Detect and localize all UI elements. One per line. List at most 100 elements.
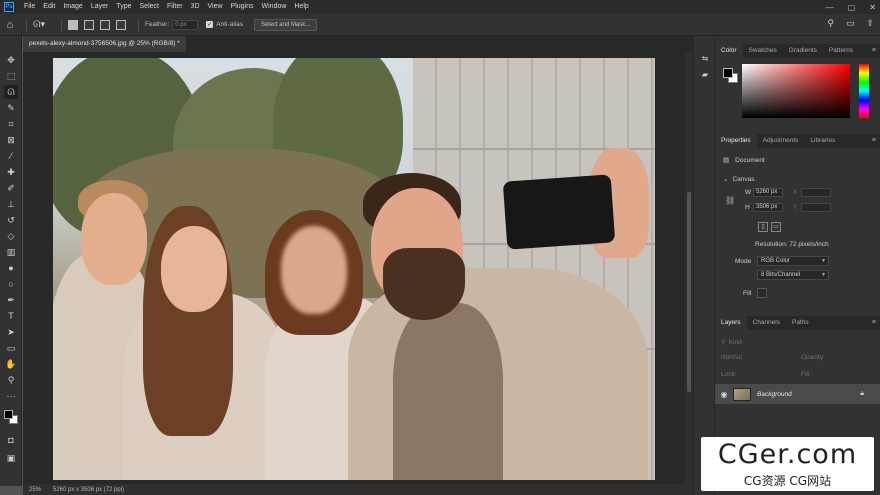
foreground-color-swatch[interactable] — [4, 410, 13, 419]
panel-menu-icon[interactable]: ≡ — [872, 319, 876, 326]
select-and-mask-button[interactable]: Select and Mask... — [253, 18, 318, 31]
add-selection-button[interactable] — [84, 19, 94, 30]
watermark-sub-text: CG资源 CG网站 — [743, 474, 832, 488]
share-icon[interactable]: ⇪ — [866, 18, 874, 29]
intersect-selection-button[interactable] — [116, 19, 126, 30]
document-info[interactable]: 5260 px x 3506 px (72 ppi) — [53, 487, 124, 493]
more-tools-icon[interactable]: ··· — [4, 389, 18, 403]
panel-menu-icon[interactable]: ≡ — [872, 47, 876, 54]
x-field[interactable] — [801, 188, 831, 197]
pen-tool-icon[interactable]: ✒ — [4, 293, 18, 307]
gradient-tool-icon[interactable]: ▥ — [4, 245, 18, 259]
screen-mode-icon[interactable]: ▣ — [4, 451, 18, 465]
home-icon[interactable]: ⌂ — [0, 14, 20, 36]
feather-input[interactable]: 0 px — [172, 19, 199, 30]
divider — [138, 17, 139, 32]
anti-alias-checkbox[interactable]: ✓ — [206, 21, 214, 28]
lasso-preset-icon[interactable]: ᘏ▾ — [33, 19, 45, 30]
new-selection-button[interactable] — [68, 19, 78, 30]
eraser-tool-icon[interactable]: ◇ — [4, 229, 18, 243]
menu-edit[interactable]: Edit — [39, 0, 59, 14]
y-field[interactable] — [801, 203, 831, 212]
path-selection-tool-icon[interactable]: ➤ — [4, 325, 18, 339]
document-image[interactable] — [53, 58, 655, 480]
blend-mode-dropdown[interactable]: Normal — [721, 354, 742, 361]
minimize-button[interactable]: — — [826, 3, 834, 12]
close-button[interactable]: ✕ — [869, 3, 876, 12]
bit-depth-dropdown[interactable]: 8 Bits/Channel — [757, 270, 829, 280]
marquee-tool-icon[interactable]: ⬚ — [4, 69, 18, 83]
tab-swatches[interactable]: Swatches — [743, 44, 783, 58]
canvas-label: Canvas — [732, 175, 755, 183]
subtract-selection-button[interactable] — [100, 19, 110, 30]
menu-plugins[interactable]: Plugins — [227, 0, 258, 14]
tab-properties[interactable]: Properties — [715, 134, 757, 148]
menu-view[interactable]: View — [204, 0, 227, 14]
shape-tool-icon[interactable]: ▭ — [4, 341, 18, 355]
document-icon: ▤ — [723, 157, 730, 164]
clone-stamp-tool-icon[interactable]: ⊥ — [4, 197, 18, 211]
scrollbar-thumb[interactable] — [687, 192, 691, 392]
type-tool-icon[interactable]: T — [4, 309, 18, 323]
workspace-icon[interactable]: ▭ — [846, 18, 855, 29]
menu-filter[interactable]: Filter — [163, 0, 187, 14]
menu-file[interactable]: File — [20, 0, 39, 14]
y-label: Y — [793, 204, 798, 211]
quick-selection-tool-icon[interactable]: ✎ — [4, 101, 18, 115]
document-tab[interactable]: pexels-alexy-almond-3756506.jpg @ 25% (R… — [23, 36, 186, 52]
menu-help[interactable]: Help — [290, 0, 312, 14]
tab-patterns[interactable]: Patterns — [823, 44, 859, 58]
move-tool-icon[interactable]: ✥ — [4, 53, 18, 67]
healing-brush-tool-icon[interactable]: ✚ — [4, 165, 18, 179]
search-icon[interactable]: ⚲ — [827, 18, 834, 29]
zoom-tool-icon[interactable]: ⚲ — [4, 373, 18, 387]
tab-gradients[interactable]: Gradients — [783, 44, 823, 58]
lasso-tool-icon[interactable]: ᘏ — [4, 85, 18, 99]
quick-mask-icon[interactable]: ◘ — [4, 433, 18, 447]
menu-layer[interactable]: Layer — [87, 0, 113, 14]
options-bar: ⌂ ᘏ▾ Feather: 0 px ✓ Anti-alias Select a… — [0, 14, 880, 36]
zoom-level[interactable]: 25% — [23, 487, 53, 493]
color-foreground-swatch[interactable] — [723, 68, 733, 78]
height-field[interactable]: 3506 px — [753, 203, 783, 212]
history-icon[interactable]: ⇋ — [699, 52, 711, 64]
tab-paths[interactable]: Paths — [786, 316, 815, 330]
comments-icon[interactable]: ▰ — [699, 68, 711, 80]
maximize-button[interactable]: ▢ — [848, 3, 856, 12]
frame-tool-icon[interactable]: ⊠ — [4, 133, 18, 147]
menu-3d[interactable]: 3D — [187, 0, 204, 14]
canvas-section-header[interactable]: ⌄ Canvas — [723, 175, 755, 184]
menu-image[interactable]: Image — [59, 0, 86, 14]
width-field[interactable]: 5260 px — [753, 188, 783, 197]
link-icon[interactable]: ⛓ — [725, 196, 735, 205]
mode-label: Mode — [735, 258, 752, 265]
tab-adjustments[interactable]: Adjustments — [757, 134, 805, 148]
mode-dropdown[interactable]: RGB Color — [757, 256, 829, 266]
landscape-orientation-icon[interactable]: ▭ — [771, 222, 781, 232]
tab-layers[interactable]: Layers — [715, 316, 747, 330]
brush-tool-icon[interactable]: ✐ — [4, 181, 18, 195]
tab-libraries[interactable]: Libraries — [804, 134, 841, 148]
eyedropper-tool-icon[interactable]: ⁄ — [4, 149, 18, 163]
portrait-orientation-icon[interactable]: ▯ — [758, 222, 768, 232]
width-label: W — [745, 189, 752, 196]
menu-select[interactable]: Select — [136, 0, 163, 14]
crop-tool-icon[interactable]: ⌗ — [4, 117, 18, 131]
color-picker-field[interactable] — [742, 64, 850, 118]
layer-row-background[interactable]: ◉ Background 🔒︎ — [715, 384, 880, 404]
hue-slider[interactable] — [859, 64, 869, 118]
menu-type[interactable]: Type — [112, 0, 135, 14]
tab-channels[interactable]: Channels — [747, 316, 786, 330]
divider — [61, 17, 62, 32]
vertical-scrollbar[interactable] — [685, 52, 693, 484]
menu-window[interactable]: Window — [258, 0, 291, 14]
blur-tool-icon[interactable]: ● — [4, 261, 18, 275]
layer-filter-search[interactable]: ⚲ Kind — [721, 338, 742, 347]
tab-color[interactable]: Color — [715, 44, 743, 58]
eye-icon[interactable]: ◉ — [715, 390, 733, 399]
panel-menu-icon[interactable]: ≡ — [872, 137, 876, 144]
dodge-tool-icon[interactable]: ○ — [4, 277, 18, 291]
hand-tool-icon[interactable]: ✋ — [4, 357, 18, 371]
history-brush-tool-icon[interactable]: ↺ — [4, 213, 18, 227]
fill-swatch[interactable] — [757, 288, 767, 298]
